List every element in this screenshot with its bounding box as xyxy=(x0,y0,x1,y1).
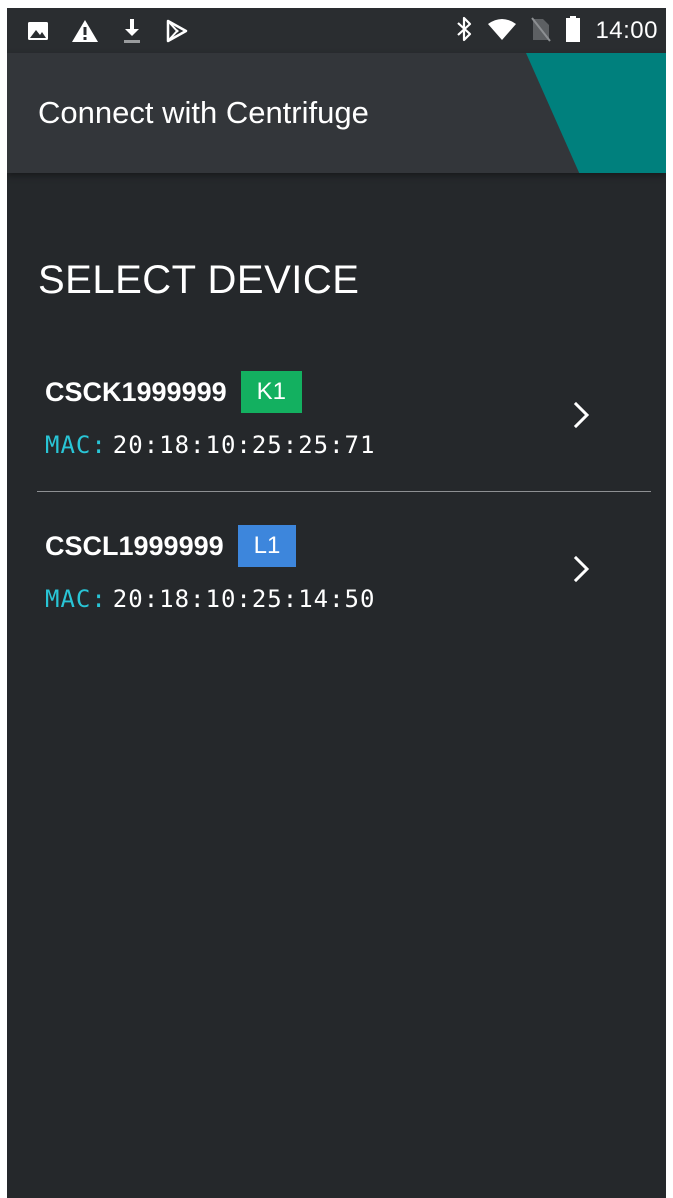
device-mac: MAC: 20:18:10:25:14:50 xyxy=(45,585,375,613)
device-model-badge: K1 xyxy=(240,371,302,413)
warning-icon xyxy=(71,19,99,48)
device-item-cscl1999999[interactable]: CSCL1999999 L1 MAC: 20:18:10:25:14:50 xyxy=(7,502,666,654)
device-name: CSCK1999999 xyxy=(45,376,227,407)
status-clock: 14:00 xyxy=(595,17,658,44)
wifi-icon xyxy=(487,17,517,46)
device-mac: MAC: 20:18:10:25:25:71 xyxy=(45,431,375,459)
device-item-csck1999999[interactable]: CSCK1999999 K1 MAC: 20:18:10:25:25:71 xyxy=(7,348,666,500)
status-bar: 14:00 xyxy=(7,8,666,53)
device-model-badge: L1 xyxy=(237,525,297,567)
chevron-right-icon[interactable] xyxy=(566,400,596,430)
mac-value: 20:18:10:25:14:50 xyxy=(112,585,376,613)
download-icon xyxy=(121,17,143,50)
chevron-right-icon[interactable] xyxy=(566,554,596,584)
device-header: CSCL1999999 L1 xyxy=(45,525,297,567)
mac-label: MAC: xyxy=(45,585,107,613)
device-list: CSCK1999999 K1 MAC: 20:18:10:25:25:71 CSC… xyxy=(7,348,666,654)
no-sim-icon xyxy=(531,16,552,47)
image-icon xyxy=(27,20,49,47)
mac-value: 20:18:10:25:25:71 xyxy=(112,431,376,459)
list-divider xyxy=(37,491,651,492)
play-store-icon xyxy=(165,19,189,48)
mac-label: MAC: xyxy=(45,431,107,459)
battery-icon xyxy=(565,15,581,48)
app-screen: 14:00 Connect with Centrifuge SELECT DEV… xyxy=(7,8,666,1198)
notification-icons xyxy=(27,17,189,50)
device-name: CSCL1999999 xyxy=(45,530,224,561)
bluetooth-icon xyxy=(455,15,473,48)
select-device-heading: SELECT DEVICE xyxy=(38,258,360,302)
app-title: Connect with Centrifuge xyxy=(38,95,369,130)
system-icons: 14:00 xyxy=(455,14,658,48)
device-header: CSCK1999999 K1 xyxy=(45,371,302,413)
